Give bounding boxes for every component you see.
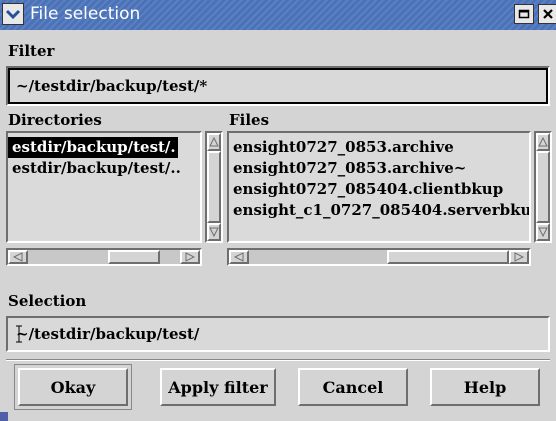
files-label: Files	[229, 111, 270, 129]
scroll-left-arrow-icon[interactable]	[229, 250, 249, 264]
scroll-thumb[interactable]	[207, 151, 221, 223]
directories-vscrollbar[interactable]	[205, 131, 223, 243]
filter-label: Filter	[8, 42, 55, 60]
directories-label: Directories	[8, 111, 102, 129]
help-button[interactable]: Help	[430, 368, 540, 406]
minimize-button[interactable]	[514, 4, 534, 24]
scroll-thumb[interactable]	[108, 250, 160, 264]
file-item[interactable]: ensight0727_0853.archive	[229, 137, 529, 158]
window-menu-button[interactable]	[2, 3, 24, 25]
file-item[interactable]: ensight0727_0853.archive~	[229, 158, 529, 179]
scroll-left-arrow-icon[interactable]	[8, 250, 28, 264]
file-item[interactable]: ensight0727_085404.clientbkup	[229, 179, 529, 200]
scroll-right-arrow-icon[interactable]	[509, 250, 529, 264]
close-icon	[542, 9, 553, 19]
directory-item-parent[interactable]: estdir/backup/test/..	[8, 158, 200, 179]
cancel-button[interactable]: Cancel	[298, 368, 408, 406]
filter-input[interactable]: ~/testdir/backup/test/*	[6, 66, 550, 106]
chevron-down-icon	[5, 9, 21, 20]
minimize-icon	[518, 9, 530, 19]
okay-button[interactable]: Okay	[14, 364, 132, 410]
scroll-thumb[interactable]	[387, 250, 509, 264]
scroll-down-arrow-icon[interactable]	[207, 223, 221, 241]
directories-hscrollbar[interactable]	[6, 248, 202, 266]
selection-input[interactable]: ~/testdir/backup/test/	[6, 316, 550, 352]
directory-item-current[interactable]: estdir/backup/test/.	[8, 137, 178, 158]
scroll-down-arrow-icon[interactable]	[536, 223, 550, 241]
filter-value: ~/testdir/backup/test/*	[16, 77, 208, 95]
selection-label: Selection	[8, 292, 87, 310]
file-selection-dialog: File selection Filter ~/testdir/backup/t…	[0, 0, 556, 421]
close-button[interactable]	[538, 4, 556, 24]
files-hscrollbar[interactable]	[227, 248, 531, 266]
window-title: File selection	[30, 4, 141, 24]
desktop-background	[0, 412, 8, 421]
separator	[6, 359, 550, 361]
scroll-thumb[interactable]	[536, 151, 550, 223]
scroll-right-arrow-icon[interactable]	[180, 250, 200, 264]
files-vscrollbar[interactable]	[534, 131, 552, 243]
scroll-up-arrow-icon[interactable]	[536, 133, 550, 151]
files-list[interactable]: ensight0727_0853.archive ensight0727_085…	[227, 131, 531, 243]
title-bar[interactable]: File selection	[0, 0, 556, 30]
file-item[interactable]: ensight_c1_0727_085404.serverbkup	[229, 200, 529, 221]
selection-value: ~/testdir/backup/test/	[16, 325, 200, 343]
apply-filter-button[interactable]: Apply filter	[160, 368, 276, 406]
scroll-up-arrow-icon[interactable]	[207, 133, 221, 151]
directories-list[interactable]: estdir/backup/test/. estdir/backup/test/…	[6, 131, 202, 243]
